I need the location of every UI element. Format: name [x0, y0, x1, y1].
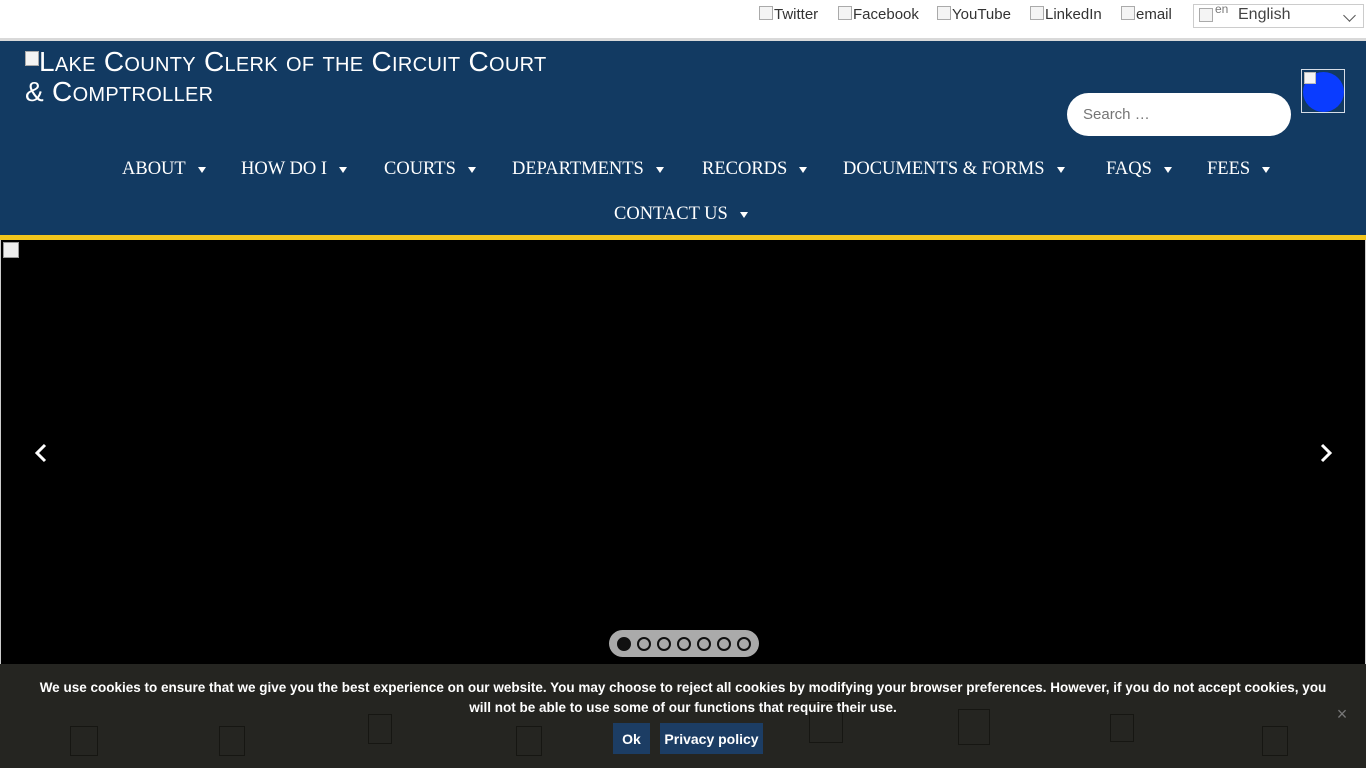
facebook-link[interactable]: Facebook — [838, 6, 919, 23]
slider-next-button[interactable] — [1291, 418, 1361, 488]
youtube-link[interactable]: YouTube — [937, 6, 1011, 23]
site-logo[interactable]: Lake County Clerk of the Circuit Court &… — [25, 47, 555, 107]
chevron-left-icon — [34, 443, 47, 463]
youtube-icon — [937, 6, 951, 20]
slider-dot[interactable] — [737, 636, 751, 651]
slider-dot[interactable] — [657, 636, 671, 651]
caret-down-icon — [1056, 166, 1065, 173]
broken-image-icon — [3, 242, 19, 258]
linkedin-label: LinkedIn — [1045, 6, 1102, 23]
caret-down-icon — [467, 166, 476, 173]
nav-label: FAQs — [1106, 159, 1152, 179]
nav-label: Courts — [384, 159, 456, 179]
nav-item-departments[interactable]: Departments — [512, 159, 664, 180]
language-select[interactable]: en English — [1193, 2, 1364, 28]
nav-item-contact-us[interactable]: Contact Us — [614, 204, 748, 225]
nav-label: Fees — [1207, 159, 1251, 179]
email-label: email — [1136, 6, 1172, 23]
linkedin-icon — [1030, 6, 1044, 20]
linkedin-link[interactable]: LinkedIn — [1030, 6, 1102, 23]
hero-slider — [0, 240, 1366, 664]
cookie-message: We use cookies to ensure that we give yo… — [39, 680, 1327, 715]
slider-prev-button[interactable] — [6, 418, 76, 488]
slider-pagination — [609, 630, 759, 657]
site-header: Lake County Clerk of the Circuit Court &… — [0, 38, 1366, 140]
accessibility-button[interactable] — [1301, 69, 1345, 113]
nav-label: About — [122, 159, 186, 179]
email-link[interactable]: email — [1121, 6, 1172, 23]
top-bar: Twitter Facebook YouTube LinkedIn email … — [0, 0, 1366, 38]
caret-down-icon — [739, 211, 748, 218]
logo-text: Lake County Clerk of the Circuit Court &… — [25, 46, 547, 107]
slider-dot[interactable] — [617, 636, 631, 651]
nav-item-courts[interactable]: Courts — [384, 159, 476, 180]
nav-label: Departments — [512, 159, 644, 179]
caret-down-icon — [1163, 166, 1172, 173]
nav-label: How Do I — [241, 159, 327, 179]
twitter-icon — [759, 6, 773, 20]
slider-dot[interactable] — [637, 636, 651, 651]
language-label: English — [1238, 6, 1291, 23]
chevron-right-icon — [1320, 443, 1333, 463]
caret-down-icon — [799, 166, 808, 173]
youtube-label: YouTube — [952, 6, 1011, 23]
email-icon — [1121, 6, 1135, 20]
chevron-down-icon — [1343, 9, 1356, 22]
privacy-policy-button[interactable]: Privacy policy — [660, 723, 763, 754]
facebook-label: Facebook — [853, 6, 919, 23]
nav-label: Records — [702, 159, 788, 179]
nav-label: Contact Us — [614, 204, 728, 224]
caret-down-icon — [1262, 166, 1271, 173]
slider-dot[interactable] — [717, 636, 731, 651]
broken-image-icon — [1304, 72, 1316, 84]
caret-down-icon — [197, 166, 206, 173]
cookie-ok-button[interactable]: Ok — [613, 723, 650, 754]
cookie-banner: We use cookies to ensure that we give yo… — [0, 664, 1366, 768]
slider-dot[interactable] — [697, 636, 711, 651]
caret-down-icon — [338, 166, 347, 173]
main-nav: About How Do I Courts Departments Record… — [0, 140, 1366, 235]
nav-item-faqs[interactable]: FAQs — [1106, 159, 1172, 180]
close-icon[interactable]: × — [1334, 705, 1350, 723]
nav-item-documents-forms[interactable]: Documents & Forms — [843, 159, 1065, 180]
logo-image-icon — [25, 51, 39, 66]
twitter-label: Twitter — [774, 6, 819, 23]
caret-down-icon — [655, 166, 664, 173]
facebook-icon — [838, 6, 852, 20]
twitter-link[interactable]: Twitter — [759, 6, 818, 23]
nav-item-how-do-i[interactable]: How Do I — [241, 159, 347, 180]
nav-item-fees[interactable]: Fees — [1207, 159, 1271, 180]
flag-alt-text: en — [1215, 2, 1229, 16]
nav-item-about[interactable]: About — [122, 159, 206, 180]
slider-dot[interactable] — [677, 636, 691, 651]
search-input[interactable] — [1067, 93, 1291, 136]
flag-icon — [1199, 8, 1213, 22]
nav-item-records[interactable]: Records — [702, 159, 808, 180]
nav-label: Documents & Forms — [843, 159, 1045, 179]
